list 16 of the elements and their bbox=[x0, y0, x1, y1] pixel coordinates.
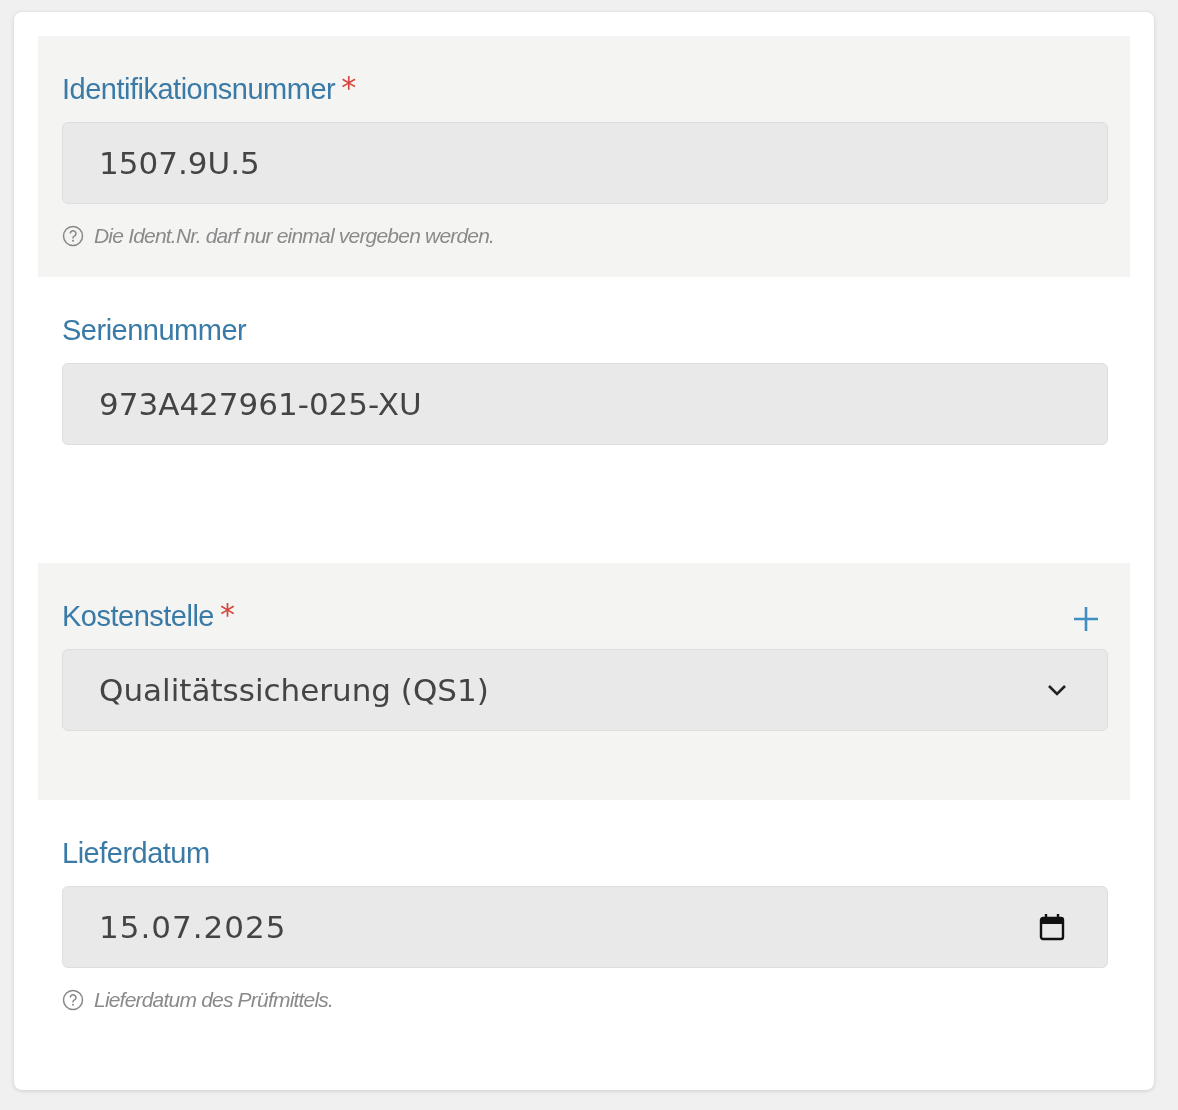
field-label: Kostenstelle bbox=[62, 600, 214, 633]
chevron-down-icon bbox=[1047, 684, 1067, 696]
help-text: Lieferdatum des Prüfmittels. bbox=[94, 988, 334, 1012]
field-label: Identifikationsnummer bbox=[62, 73, 336, 106]
help-icon bbox=[62, 225, 84, 247]
help-icon bbox=[62, 989, 84, 1011]
calendar-icon[interactable] bbox=[1039, 913, 1065, 941]
date-field[interactable]: 15.07.2025 bbox=[62, 886, 1108, 968]
input-field[interactable]: 1507.9U.5 bbox=[62, 122, 1108, 204]
field-label: Seriennummer bbox=[62, 314, 247, 347]
field-label: Lieferdatum bbox=[62, 837, 210, 870]
required-mark: * bbox=[341, 73, 357, 103]
required-mark: * bbox=[220, 600, 235, 630]
input-field[interactable]: 973A427961-025-XU bbox=[62, 363, 1108, 445]
help-text: Die Ident.Nr. darf nur einmal vergeben werden. bbox=[94, 224, 495, 248]
select-field[interactable]: Qualitätssicherung (QS1) bbox=[62, 649, 1108, 731]
